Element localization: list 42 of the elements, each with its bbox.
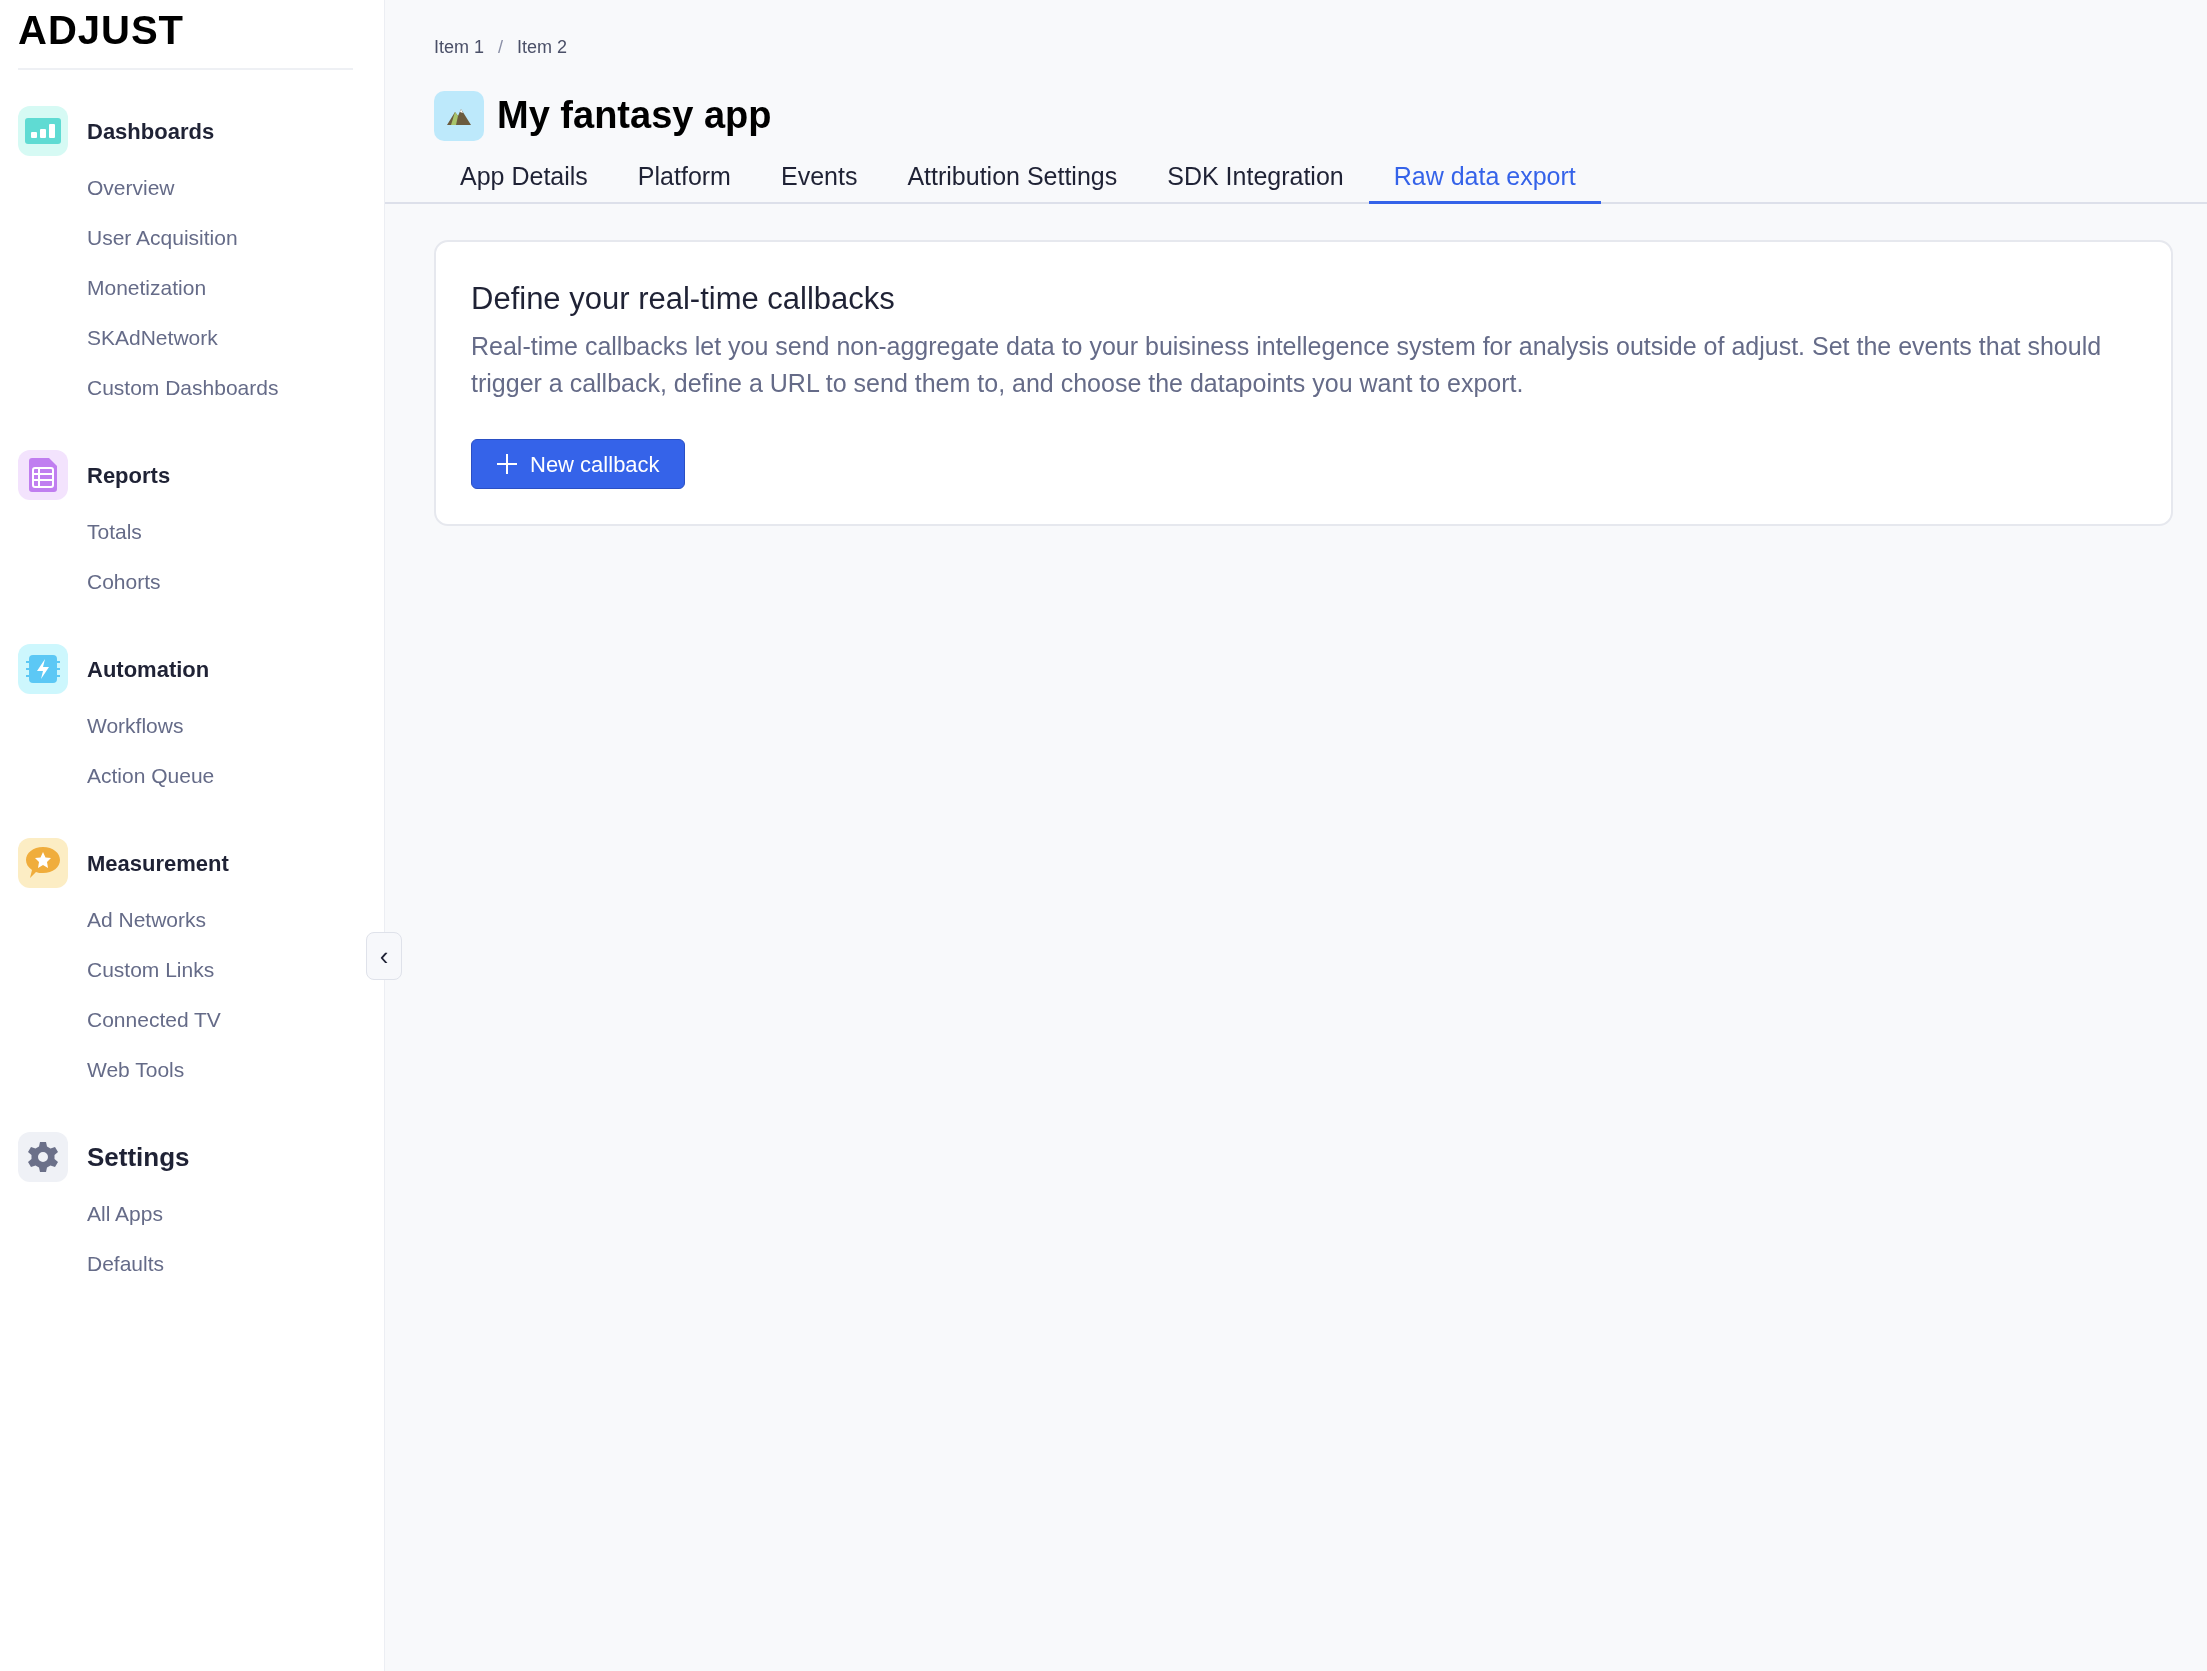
sidebar-link[interactable]: Cohorts (87, 566, 161, 598)
sidebar-section-heading[interactable]: Measurement (87, 846, 229, 880)
sidebar-section-heading[interactable]: Dashboards (87, 114, 215, 148)
sidebar-section-heading[interactable]: Automation (87, 652, 210, 686)
sidebar-section-heading[interactable]: Reports (87, 458, 171, 492)
logo: ADJUST (18, 8, 185, 52)
app-icon (434, 90, 484, 141)
lightning-chip-icon (18, 644, 68, 694)
tab[interactable]: Events (755, 152, 883, 204)
collapse-button[interactable]: ‹ (366, 932, 402, 980)
breadcrumb-link[interactable]: Item 1 (434, 34, 485, 61)
sidebar-link[interactable]: Web Tools (87, 1054, 185, 1086)
breadcrumb-link[interactable]: Item 2 (517, 34, 568, 61)
sidebar-link[interactable]: SKAdNetwork (87, 322, 218, 354)
app-title: My fantasy app (497, 93, 772, 138)
tab[interactable]: Raw data export (1368, 152, 1601, 204)
sidebar-section-heading[interactable]: Settings (87, 1137, 190, 1177)
sidebar-link[interactable]: Ad Networks (87, 904, 207, 936)
sidebar-link[interactable]: Connected TV (87, 1004, 221, 1036)
settings-icon (18, 1132, 68, 1182)
star-speech-bubble-icon (18, 838, 68, 888)
card-description: Real-time callbacks let you send non-aggregate data to your buisiness intellegence system for analysis outside of adjust. Set the events that should trigger a callback, define a URL to send them to, and choose the datapoints you want to export. (471, 331, 2103, 399)
sidebar-link[interactable]: User Acquisition (87, 222, 238, 254)
sidebar-link[interactable]: Custom Links (87, 954, 215, 986)
sidebar-link[interactable]: Totals (87, 516, 142, 548)
tab[interactable]: SDK Integration (1142, 152, 1369, 204)
tab[interactable]: Attribution Settings (882, 152, 1143, 204)
sidebar-link[interactable]: Custom Dashboards (87, 372, 279, 404)
bar-chart-icon (18, 106, 68, 156)
new-callback-button[interactable]: New callback (471, 439, 685, 489)
tab[interactable]: Platform (612, 152, 756, 204)
tab[interactable]: App Details (435, 152, 613, 204)
sidebar-link[interactable]: Action Queue (87, 760, 215, 792)
sidebar-link[interactable]: Overview (87, 172, 175, 204)
breadcrumb-separator: / (498, 36, 504, 59)
sidebar-link[interactable]: Workflows (87, 710, 184, 742)
plus-icon (496, 453, 518, 475)
list-document-icon (18, 450, 68, 500)
sidebar-link[interactable]: All Apps (87, 1198, 163, 1230)
card-title: Define your real-time callbacks (471, 280, 896, 318)
sidebar-link[interactable]: Monetization (87, 272, 207, 304)
sidebar-link[interactable]: Defaults (87, 1248, 165, 1280)
